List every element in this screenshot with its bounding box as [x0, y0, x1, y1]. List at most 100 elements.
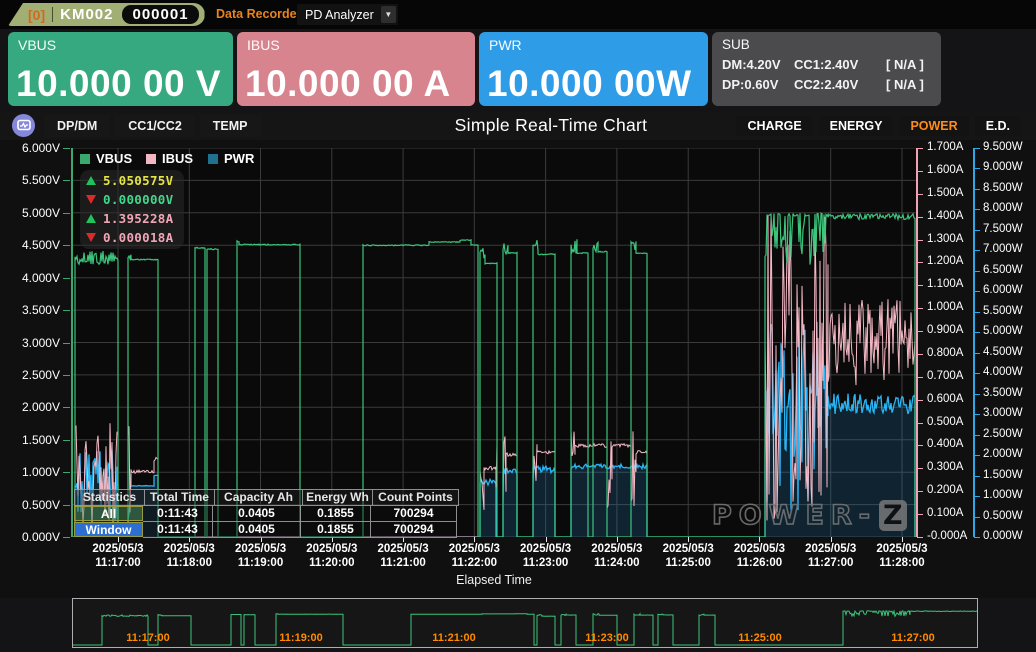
v-axis-tick — [63, 213, 70, 214]
a-axis-tick-label: 0.400A — [927, 438, 963, 450]
w-axis-tick-label: 9.000W — [983, 161, 1023, 173]
w-axis-tick-label: 6.000W — [983, 284, 1023, 296]
legend-item-pwr[interactable]: PWR — [208, 151, 254, 166]
legend-item-ibus[interactable]: IBUS — [146, 151, 193, 166]
tab-temp[interactable]: TEMP — [200, 115, 261, 137]
a-axis-tick — [917, 537, 923, 538]
stats-value-cell: 0.1855 — [301, 522, 371, 538]
a-axis-tick — [917, 491, 923, 492]
x-axis-tick-label: 2025/05/3 11:25:00 — [651, 543, 725, 570]
vbus-label: VBUS — [18, 37, 56, 53]
power-z-app-window: [0] KM002 000001 Data Recorder PD Analyz… — [0, 0, 1036, 652]
stats-row-window: Window0:11:430.04050.1855700294 — [74, 522, 459, 538]
overview-time-label: 11:25:00 — [725, 632, 795, 644]
w-axis-tick — [974, 455, 980, 456]
a-axis-tick — [917, 148, 923, 149]
w-axis-tick-label: 2.500W — [983, 428, 1023, 440]
a-axis-tick-label: 1.300A — [927, 233, 963, 245]
stats-value-cell: 0.1855 — [301, 506, 371, 522]
stats-row-all: All0:11:430.04050.1855700294 — [74, 506, 459, 522]
ibus-value: 10.000 00 A — [245, 63, 451, 105]
x-axis-tick-label: 2025/05/3 11:20:00 — [295, 543, 369, 570]
w-axis-tick-label: 5.500W — [983, 305, 1023, 317]
a-axis-tick — [917, 331, 923, 332]
w-axis-tick — [974, 373, 980, 374]
watermark-z-logo: Z — [879, 500, 907, 531]
device-serial: 000001 — [122, 5, 198, 24]
device-pill[interactable]: [0] KM002 000001 — [8, 3, 205, 26]
overview-strip[interactable]: 11:17:0011:19:0011:21:0011:23:0011:25:00… — [72, 598, 978, 648]
w-axis-tick-label: 3.500W — [983, 387, 1023, 399]
sub-na-1: [ N/A ] — [886, 57, 924, 72]
a-axis-tick-label: 0.600A — [927, 393, 963, 405]
dp-voltage: DP:0.60V — [722, 77, 794, 92]
pill-divider — [52, 7, 53, 22]
a-axis-tick — [917, 445, 923, 446]
a-axis-tick — [917, 308, 923, 309]
legend-item-vbus[interactable]: VBUS — [80, 151, 132, 166]
v-axis-tick-label: 2.500V — [0, 368, 60, 382]
x-axis-tick-label: 2025/05/3 11:24:00 — [580, 543, 654, 570]
stats-value-cell: 0.0405 — [213, 522, 301, 538]
pd-analyzer-select[interactable]: PD Analyzer ▼ — [297, 4, 398, 25]
tab-ed[interactable]: E.D. — [975, 116, 1021, 136]
tab-energy[interactable]: ENERGY — [819, 116, 894, 136]
data-recorder-button[interactable]: Data Recorder — [216, 7, 301, 21]
plot-area[interactable] — [72, 148, 916, 537]
v-axis-line — [71, 148, 73, 537]
x-axis-tick-label: 2025/05/3 11:19:00 — [224, 543, 298, 570]
tab-cc1cc2[interactable]: CC1/CC2 — [115, 115, 195, 137]
stats-header-cell: Count Points — [373, 489, 459, 506]
sub-row-1: DM:4.20V CC1:2.40V [ N/A ] — [722, 57, 924, 72]
chevron-down-icon[interactable]: ▼ — [381, 6, 396, 23]
a-axis-tick-label: -0.000A — [927, 530, 967, 542]
w-axis-tick-label: 2.000W — [983, 448, 1023, 460]
pwr-value: 10.000 00W — [487, 63, 692, 105]
x-axis-tick — [546, 537, 547, 542]
a-axis-tick — [917, 171, 923, 172]
stats-row-label[interactable]: All — [74, 506, 143, 521]
v-axis-tick-label: 1.500V — [0, 433, 60, 447]
tab-dpdm[interactable]: DP/DM — [44, 115, 110, 137]
v-axis-tick-label: 3.000V — [0, 336, 60, 350]
a-axis-tick — [917, 514, 923, 515]
a-axis-tick-label: 1.400A — [927, 210, 963, 222]
down-arrow-icon — [86, 195, 96, 204]
w-axis-tick — [974, 209, 980, 210]
cc1-voltage: CC1:2.40V — [794, 57, 886, 72]
readout-row: 5.050575V — [86, 173, 173, 188]
v-axis-tick-label: 3.500V — [0, 303, 60, 317]
v-axis-tick — [63, 375, 70, 376]
v-axis-tick — [63, 440, 70, 441]
v-axis-tick — [63, 472, 70, 473]
w-axis-tick-label: 1.000W — [983, 489, 1023, 501]
w-axis-tick-label: 0.500W — [983, 510, 1023, 522]
legend-label: VBUS — [96, 151, 132, 166]
a-axis-tick-label: 1.600A — [927, 164, 963, 176]
w-axis-tick — [974, 517, 980, 518]
w-axis-tick — [974, 476, 980, 477]
tab-power[interactable]: POWER — [899, 116, 968, 136]
w-axis-tick — [974, 394, 980, 395]
v-axis-tick-label: 5.500V — [0, 173, 60, 187]
w-axis-tick-label: 9.500W — [983, 141, 1023, 153]
v-axis-tick-label: 4.000V — [0, 271, 60, 285]
w-axis-tick-label: 4.500W — [983, 346, 1023, 358]
tab-charge[interactable]: CHARGE — [736, 116, 812, 136]
v-axis-tick-label: 0.000V — [0, 530, 60, 544]
a-axis-tick-label: 1.700A — [927, 141, 963, 153]
w-axis-tick-label: 8.000W — [983, 202, 1023, 214]
x-axis-tick-label: 2025/05/3 11:17:00 — [81, 543, 155, 570]
a-axis-line — [916, 148, 918, 537]
w-axis-tick-label: 0.000W — [983, 530, 1023, 542]
x-axis-tick-label: 2025/05/3 11:21:00 — [366, 543, 440, 570]
x-axis-tick — [831, 537, 832, 542]
v-axis-tick-label: 4.500V — [0, 238, 60, 252]
a-axis-tick — [917, 194, 923, 195]
legend-label: PWR — [224, 151, 254, 166]
waveform-monitor-icon[interactable] — [12, 114, 35, 137]
stats-row-label[interactable]: Window — [74, 522, 143, 537]
chart-zone: 6.000V5.500V5.000V4.500V4.000V3.500V3.00… — [0, 140, 1036, 598]
vbus-value: 10.000 00 V — [16, 63, 221, 105]
v-axis-tick — [63, 343, 70, 344]
